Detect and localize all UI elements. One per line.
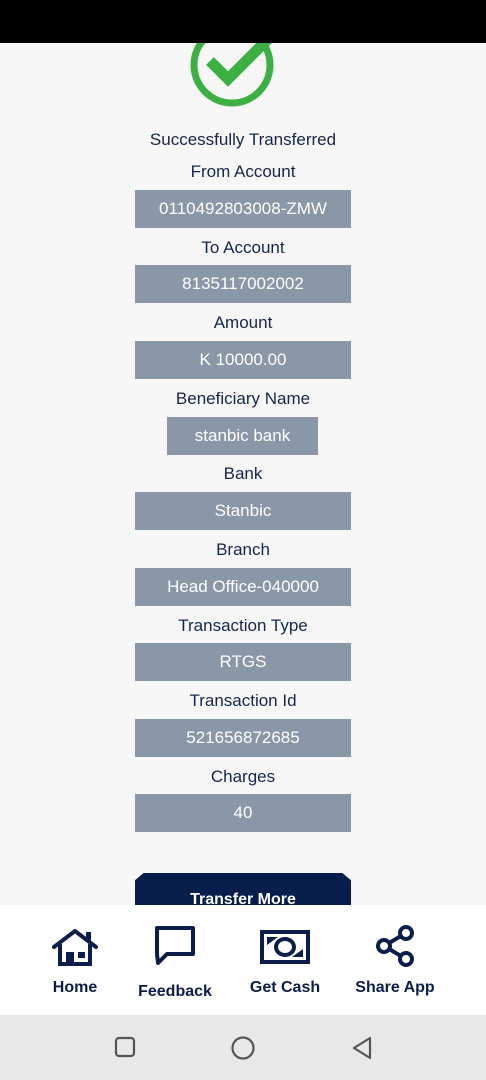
success-check-icon: [190, 43, 274, 107]
nav-get-cash-label: Get Cash: [249, 979, 321, 996]
cash-icon: [260, 930, 310, 964]
transaction-type-label: Transaction Type: [178, 616, 308, 635]
transaction-id-label: Transaction Id: [189, 691, 297, 710]
to-account-value: 8135117002002: [135, 265, 351, 303]
bottom-nav: Home Feedback Get Cash Share App: [0, 905, 486, 1015]
status-message: Successfully Transferred: [149, 130, 337, 149]
nav-share-app-label: Share App: [355, 979, 435, 996]
home-icon: [52, 929, 98, 966]
back-icon[interactable]: [350, 1035, 374, 1061]
beneficiary-name-label: Beneficiary Name: [175, 389, 311, 408]
status-bar: [0, 0, 486, 43]
transfer-more-button[interactable]: Transfer More: [135, 873, 351, 905]
branch-label: Branch: [216, 540, 270, 559]
nav-home-label: Home: [52, 979, 98, 996]
from-account-label: From Account: [190, 162, 296, 181]
amount-value: K 10000.00: [135, 341, 351, 379]
system-navigation-bar: [0, 1015, 486, 1080]
recents-icon[interactable]: [113, 1035, 137, 1059]
nav-home[interactable]: Home: [30, 905, 120, 1015]
nav-get-cash[interactable]: Get Cash: [239, 905, 331, 1015]
charges-value: 40: [135, 794, 351, 832]
branch-value: Head Office-040000: [135, 568, 351, 606]
amount-label: Amount: [213, 313, 273, 332]
feedback-icon: [155, 926, 195, 965]
home-button-icon[interactable]: [230, 1035, 256, 1061]
nav-feedback[interactable]: Feedback: [130, 905, 220, 1015]
beneficiary-name-value: stanbic bank: [167, 417, 318, 455]
to-account-label: To Account: [201, 238, 285, 257]
bank-value: Stanbic: [135, 492, 351, 530]
share-icon: [376, 925, 414, 967]
nav-feedback-label: Feedback: [138, 983, 212, 1000]
bank-label: Bank: [223, 464, 263, 483]
nav-share-app[interactable]: Share App: [345, 905, 445, 1015]
transaction-id-value: 521656872685: [135, 719, 351, 757]
transfer-receipt: Successfully Transferred From Account 01…: [0, 43, 486, 905]
from-account-value: 0110492803008-ZMW: [135, 190, 351, 228]
transaction-type-value: RTGS: [135, 643, 351, 681]
charges-label: Charges: [210, 767, 276, 786]
